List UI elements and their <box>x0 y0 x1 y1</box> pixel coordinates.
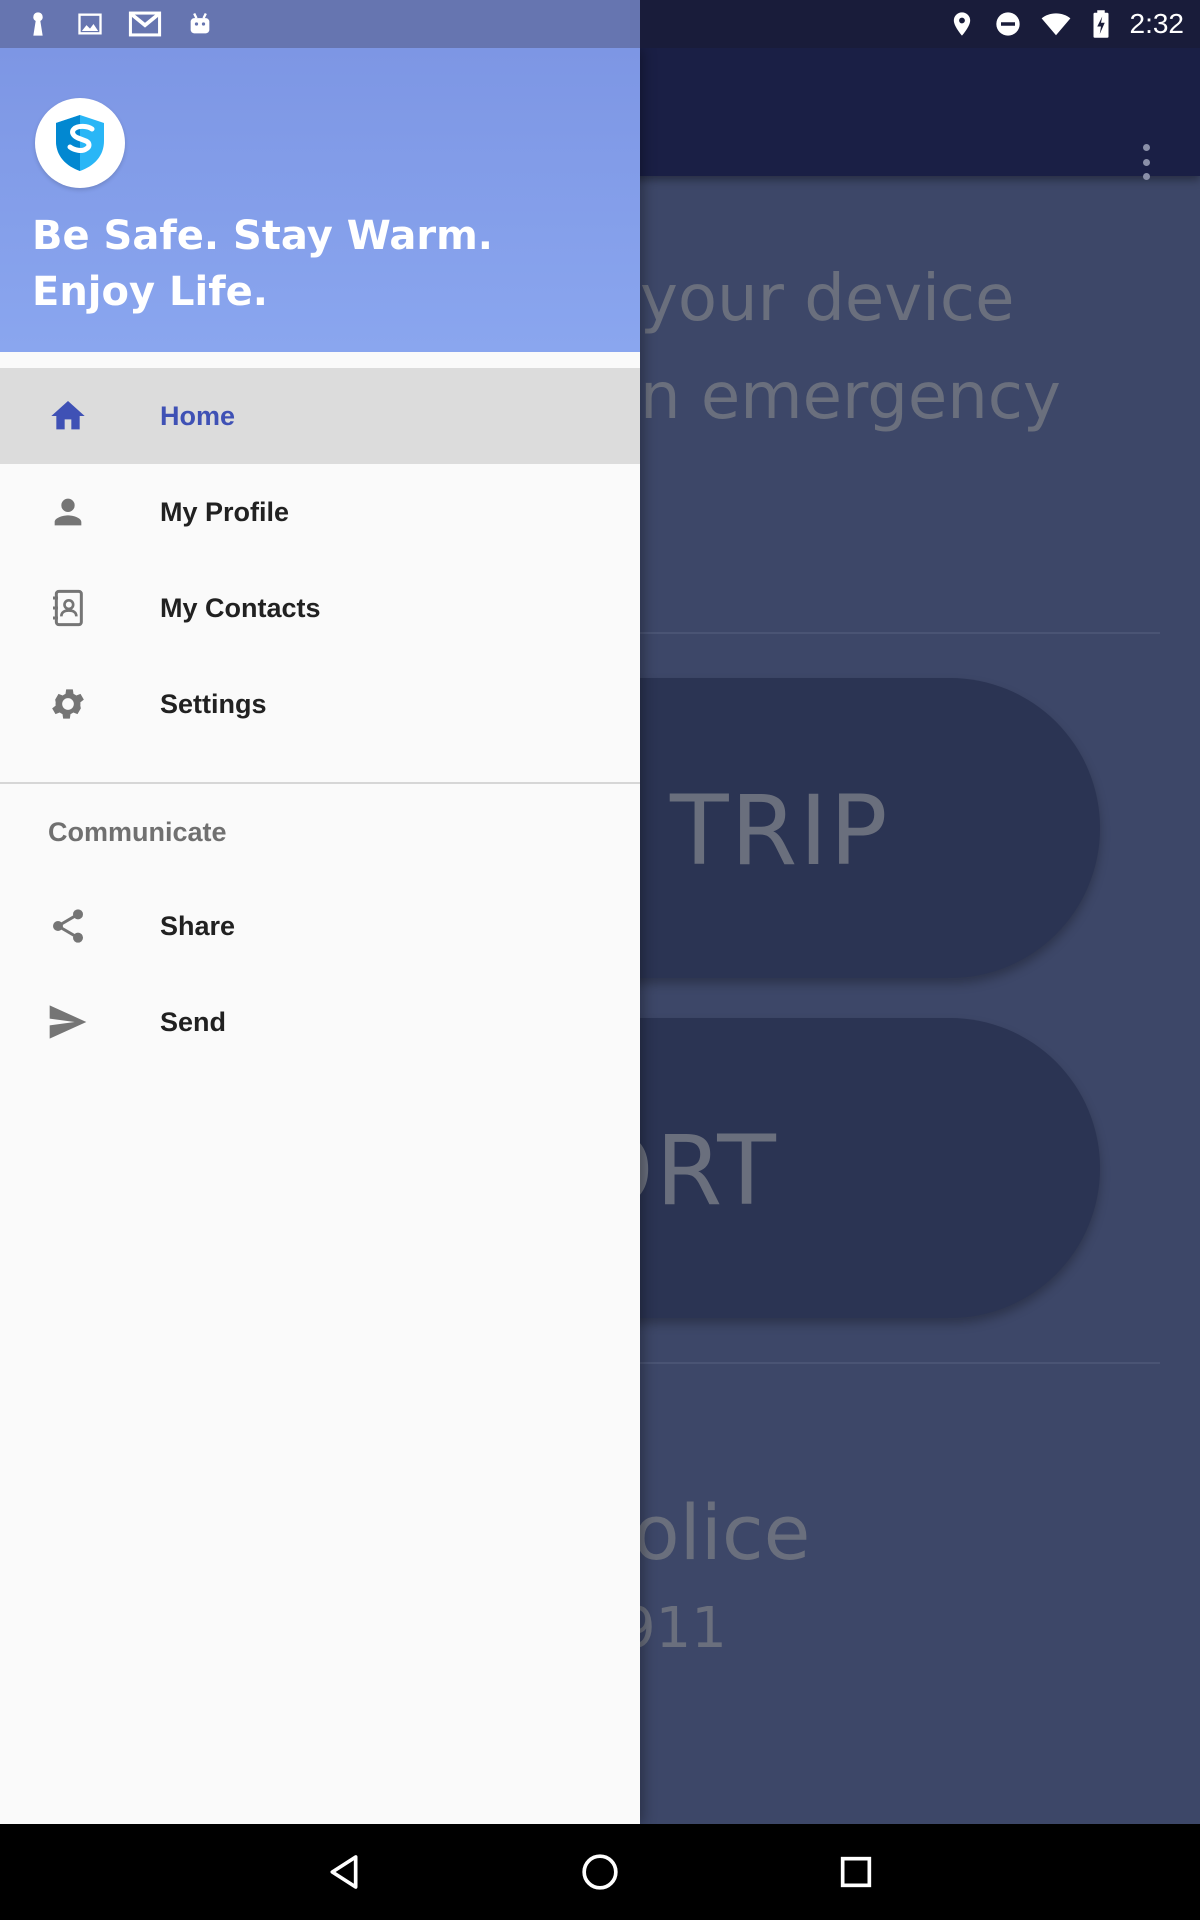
app-tagline: Be Safe. Stay Warm. Enjoy Life. <box>32 213 493 315</box>
more-vert-icon[interactable] <box>1140 144 1152 180</box>
contacts-icon <box>48 588 88 628</box>
menu-item-send[interactable]: Send <box>0 974 640 1070</box>
wifi-icon <box>1041 13 1070 36</box>
navigation-drawer: Be Safe. Stay Warm. Enjoy Life. Home My … <box>0 48 640 1824</box>
divider <box>560 1362 1160 1364</box>
clock: 2:32 <box>1129 8 1185 39</box>
communicate-menu: Share Send <box>0 878 640 1070</box>
menu-item-label: Home <box>160 400 236 431</box>
battery-charging-icon <box>1093 10 1108 38</box>
back-icon[interactable] <box>324 1852 364 1892</box>
drawer-menu: Home My Profile My Contacts Settings <box>0 352 640 752</box>
menu-item-settings[interactable]: Settings <box>0 656 640 752</box>
home-circle-icon[interactable] <box>580 1852 620 1892</box>
status-bar: 2:32 <box>0 0 1200 48</box>
shield-logo-icon <box>35 98 125 188</box>
android-icon <box>190 12 210 34</box>
emergency-message-line2: n emergency <box>640 360 1061 434</box>
emergency-message-line1: your device <box>640 262 1015 336</box>
drawer-header: Be Safe. Stay Warm. Enjoy Life. <box>0 48 640 352</box>
menu-item-my-contacts[interactable]: My Contacts <box>0 560 640 656</box>
send-icon <box>48 1002 88 1042</box>
menu-item-label: My Contacts <box>160 592 321 623</box>
recents-icon[interactable] <box>836 1852 876 1892</box>
gmail-icon <box>128 11 162 37</box>
menu-item-home[interactable]: Home <box>0 368 640 464</box>
image-icon <box>78 13 102 35</box>
home-icon <box>48 396 88 436</box>
do-not-disturb-icon <box>995 12 1020 36</box>
keyhole-icon <box>33 12 43 36</box>
menu-item-share[interactable]: Share <box>0 878 640 974</box>
share-icon <box>48 906 88 946</box>
menu-item-label: My Profile <box>160 496 290 527</box>
menu-item-label: Settings <box>160 688 267 719</box>
person-icon <box>48 492 88 532</box>
status-bar-right: 2:32 <box>948 0 1185 48</box>
location-icon <box>953 12 970 36</box>
menu-item-label: Send <box>160 1006 227 1037</box>
menu-item-label: Share <box>160 910 236 941</box>
gear-icon <box>48 684 88 724</box>
trip-button-label: TRIP <box>670 775 890 887</box>
system-nav-bar <box>0 1824 1200 1920</box>
section-title-communicate: Communicate <box>48 816 227 847</box>
menu-item-my-profile[interactable]: My Profile <box>0 464 640 560</box>
status-bar-left <box>0 0 640 48</box>
divider <box>560 632 1160 634</box>
